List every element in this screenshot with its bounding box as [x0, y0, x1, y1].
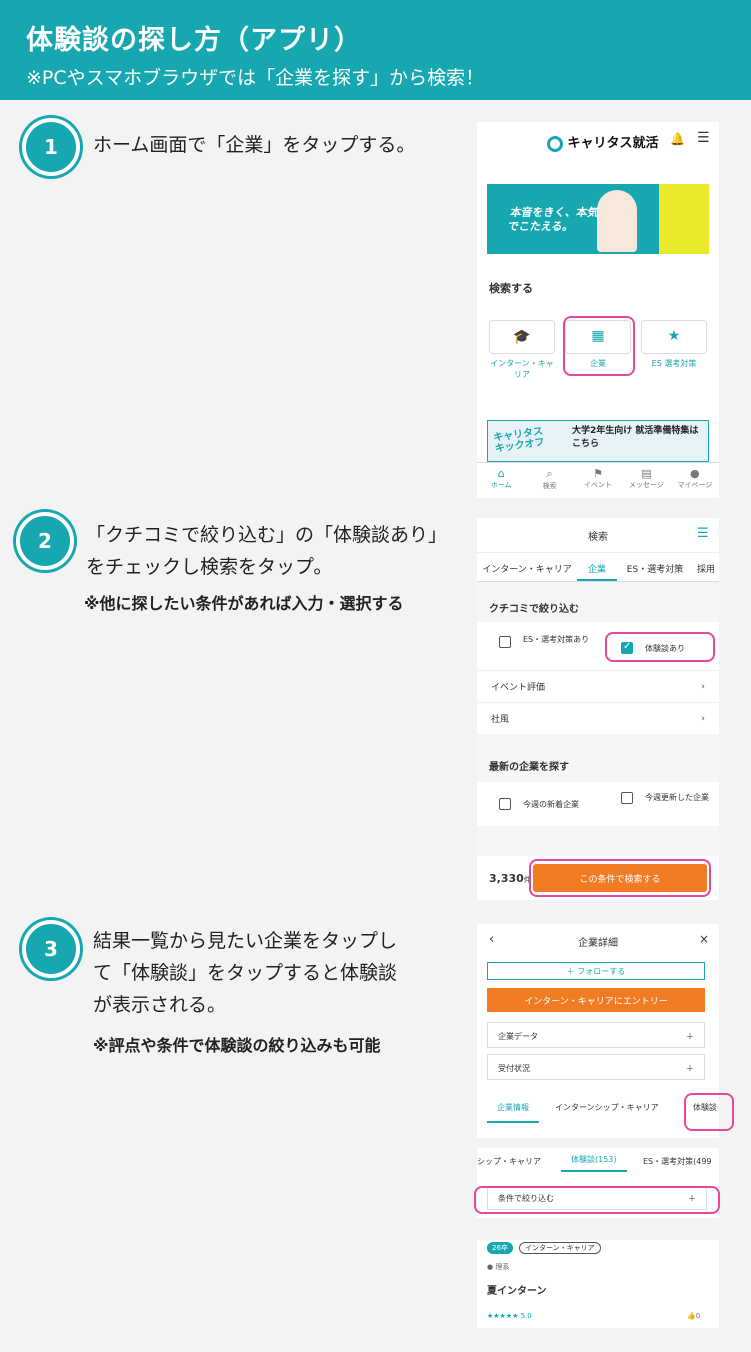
- rating: ★★★★★ 5.0: [487, 1312, 532, 1320]
- entry-button[interactable]: インターン・キャリアにエントリー: [487, 988, 705, 1012]
- highlight-experience-tab: [684, 1093, 734, 1131]
- menu-icon[interactable]: ☰: [697, 130, 710, 146]
- step-1-text: ホーム画面で「企業」をタップする。: [93, 134, 416, 156]
- nav-search[interactable]: ⌕ 検索: [525, 463, 573, 498]
- checkbox-new-label: 今週の新着企業: [523, 800, 579, 809]
- search-heading: 検索する: [489, 282, 533, 295]
- tab-company[interactable]: 企業: [577, 553, 617, 581]
- step-2-note: ※他に探したい条件があれば入力・選択する: [84, 594, 404, 613]
- step-3-line1: 結果一覧から見たい企業をタップし: [93, 930, 398, 952]
- home-icon: ⌂: [497, 467, 505, 480]
- step-2-line2: をチェックし検索をタップ。: [86, 556, 333, 578]
- checkbox-es-label: ES・選考対策あり: [523, 635, 590, 644]
- highlight-search-button: [529, 859, 711, 897]
- bottom-nav: ⌂ ホーム ⌕ 検索 ⚑ イベント ▤ メッセージ ● マイページ: [477, 462, 719, 498]
- screen-search: 検索 ☰ インターン・キャリア 企業 ES・選考対策 採用 クチコミで絞り込む …: [477, 518, 719, 900]
- nav-event[interactable]: ⚑ イベント: [574, 463, 622, 498]
- checkbox-updated-label: 今週更新した企業: [645, 793, 709, 802]
- message-icon: ▤: [641, 467, 652, 480]
- row-status[interactable]: 受付状況＋: [487, 1054, 705, 1080]
- row-culture[interactable]: 社風 ›: [477, 702, 719, 734]
- experience-item-title[interactable]: 夏インターン: [487, 1282, 547, 1297]
- step-3-line2: て「体験談」をタップすると体験談: [93, 962, 398, 984]
- checkbox-updated[interactable]: [621, 792, 633, 804]
- row-event-rating[interactable]: イベント評価 ›: [477, 670, 719, 702]
- user-icon: ●: [690, 467, 700, 480]
- tab-recruit[interactable]: 採用: [693, 553, 719, 581]
- plus-icon: ＋: [686, 1032, 694, 1041]
- screen-experience-list: シップ・キャリア 体験談(153) ES・選考対策(499 条件で絞り込む＋ 2…: [477, 1148, 719, 1328]
- search-screen-title: 検索: [477, 518, 719, 552]
- step-1-badge: 1: [22, 118, 80, 176]
- row-company-data[interactable]: 企業データ＋: [487, 1022, 705, 1048]
- latest-options: 今週の新着企業 今週更新した企業: [477, 782, 719, 826]
- badge-icon[interactable]: ★: [641, 320, 707, 354]
- tab-internship[interactable]: インターン・キャリア: [477, 553, 577, 581]
- plus-icon: ＋: [686, 1064, 694, 1073]
- step-3-badge: 3: [22, 920, 80, 978]
- screen-home: キャリタス就活 🔔 ☰ 本音をきく、本気でこたえる。 検索する 🎓 インターン・…: [477, 122, 719, 498]
- follow-button[interactable]: ＋ フォローする: [487, 962, 705, 980]
- checkbox-es[interactable]: [499, 636, 511, 648]
- close-icon[interactable]: ×: [699, 932, 709, 946]
- tab-internship-partial[interactable]: シップ・キャリア: [477, 1156, 541, 1167]
- chevron-right-icon: ›: [701, 713, 705, 724]
- tab-experience-count[interactable]: 体験談(153): [561, 1154, 627, 1172]
- tab-es[interactable]: ES・選考対策: [617, 553, 693, 581]
- tab-company-info[interactable]: 企業情報: [487, 1102, 539, 1123]
- highlight-company: [563, 316, 635, 376]
- tab-es-partial[interactable]: ES・選考対策(499: [643, 1156, 712, 1167]
- step-3-line3: が表示される。: [93, 994, 227, 1016]
- like-count[interactable]: 👍0: [687, 1312, 700, 1320]
- promo-banner[interactable]: キャリタス キックオフ 大学2年生向け 就活準備特集はこちら: [487, 420, 709, 462]
- step-2-line1: 「クチコミで絞り込む」の「体験談あり」: [86, 524, 448, 546]
- latest-heading: 最新の企業を探す: [489, 762, 569, 773]
- nav-home[interactable]: ⌂ ホーム: [477, 463, 525, 498]
- search-internship-label[interactable]: インターン・キャリア: [489, 358, 555, 380]
- page-subtitle: ※PCやスマホブラウザでは「企業を探す」から検索！: [26, 67, 485, 89]
- search-tabs: インターン・キャリア 企業 ES・選考対策 採用: [477, 552, 719, 582]
- cut-divider: [477, 1218, 719, 1240]
- tag-category: インターン・キャリア: [519, 1242, 601, 1254]
- page-title: 体験談の探し方（アプリ）: [26, 25, 362, 56]
- highlight-experience: [605, 632, 715, 662]
- result-count: 3,330件: [489, 872, 531, 885]
- checkbox-new[interactable]: [499, 798, 511, 810]
- tab-internship[interactable]: インターンシップ・キャリア: [555, 1102, 659, 1113]
- nav-message[interactable]: ▤ メッセージ: [622, 463, 670, 498]
- hero-banner[interactable]: 本音をきく、本気でこたえる。: [487, 184, 709, 254]
- thumbs-up-icon: 👍: [687, 1312, 696, 1320]
- tag-graduation-year: 26卒: [487, 1242, 513, 1254]
- step-3-note: ※評点や条件で体験談の絞り込みも可能: [93, 1036, 381, 1055]
- detail-title: 企業詳細: [578, 938, 618, 949]
- menu-icon[interactable]: ☰: [697, 526, 709, 541]
- kuchikomi-heading: クチコミで絞り込む: [489, 604, 579, 615]
- screen-company-detail: ‹ 企業詳細 × ＋ フォローする インターン・キャリアにエントリー 企業データ…: [477, 924, 719, 1138]
- search-icon: ⌕: [546, 467, 553, 480]
- nav-mypage[interactable]: ● マイページ: [671, 463, 719, 498]
- chevron-right-icon: ›: [701, 681, 705, 692]
- search-footer: 3,330件 この条件で検索する: [477, 856, 719, 900]
- app-logo: キャリタス就活: [547, 132, 659, 152]
- field-label: ● 理系: [487, 1263, 510, 1271]
- graduation-cap-icon[interactable]: 🎓: [489, 320, 555, 354]
- flag-icon: ⚑: [593, 467, 603, 480]
- highlight-filter: [474, 1186, 720, 1214]
- search-es-label[interactable]: ES 選考対策: [641, 358, 707, 369]
- step-2-badge: 2: [16, 512, 74, 570]
- kuchikomi-options: ES・選考対策あり 体験談あり: [477, 622, 719, 670]
- page-header: 体験談の探し方（アプリ） ※PCやスマホブラウザでは「企業を探す」から検索！: [0, 0, 751, 100]
- bell-icon[interactable]: 🔔: [670, 132, 685, 146]
